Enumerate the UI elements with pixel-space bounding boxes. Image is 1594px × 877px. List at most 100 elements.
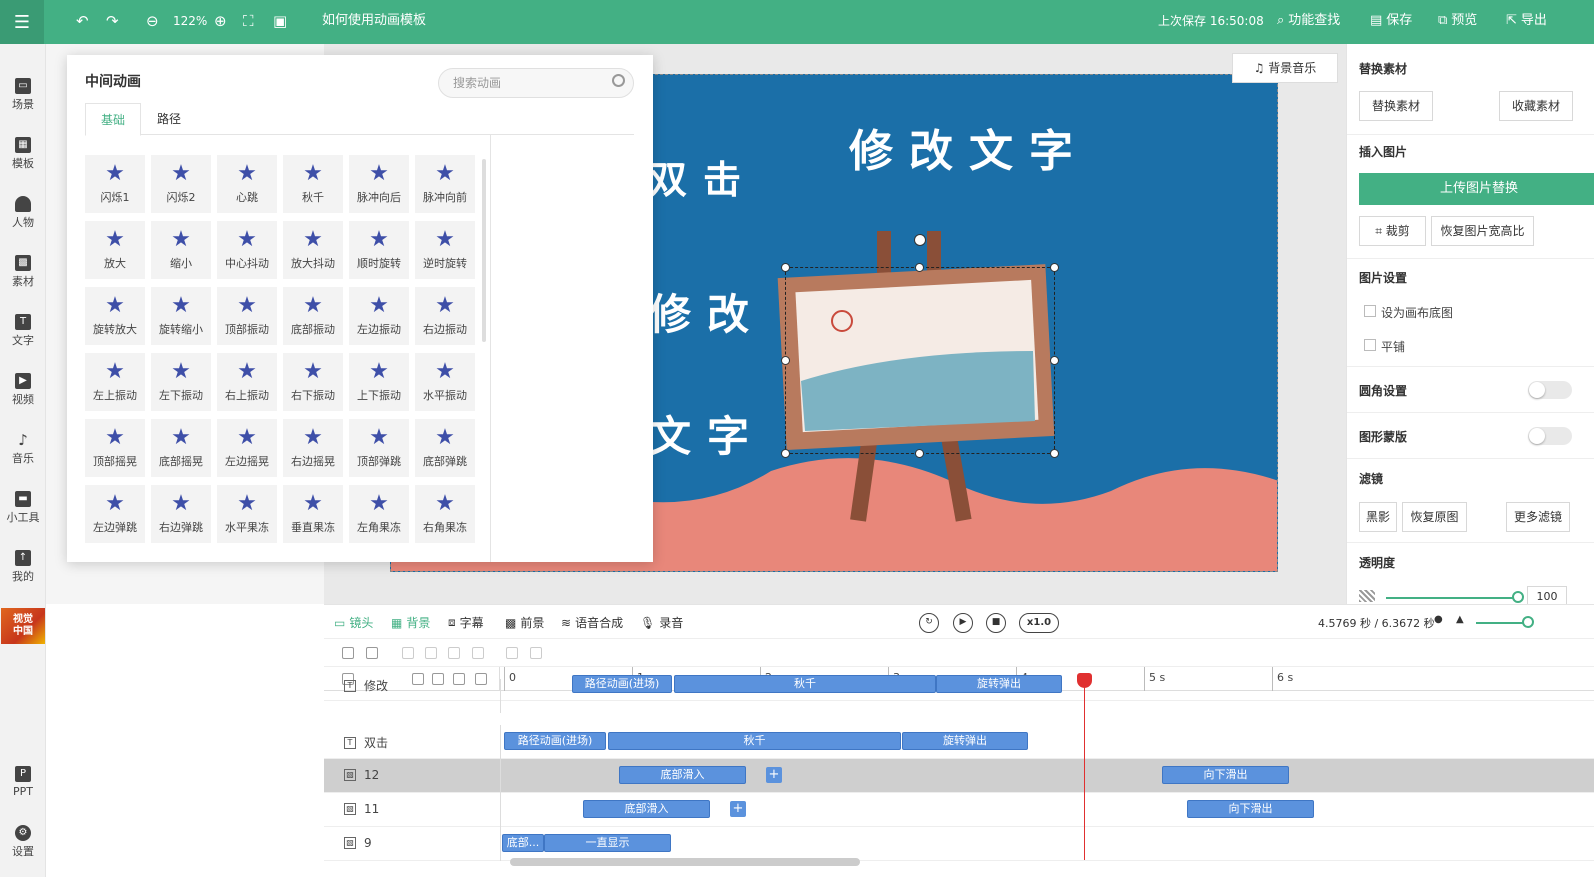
animation-clip[interactable]: 旋转弹出 (936, 675, 1062, 693)
animation-item[interactable]: ★ 底部摇晃 (151, 419, 211, 477)
selection-box[interactable] (785, 267, 1055, 454)
opacity-slider-knob[interactable] (1512, 591, 1524, 603)
find-button[interactable]: ⌕ 功能查找 (1277, 12, 1340, 30)
replay-icon[interactable]: ↻ (919, 613, 939, 633)
animation-item[interactable]: ★ 中心抖动 (217, 221, 277, 279)
background-tool[interactable]: ▦ 背景 (391, 614, 430, 631)
animation-item[interactable]: ★ 顶部摇晃 (85, 419, 145, 477)
undo-icon[interactable]: ↶ (76, 12, 89, 30)
resize-handle[interactable] (1050, 263, 1059, 272)
animation-item[interactable]: ★ 右角果冻 (415, 485, 475, 543)
resize-handle[interactable] (915, 263, 924, 272)
resize-handle[interactable] (915, 449, 924, 458)
animation-item[interactable]: ★ 右下振动 (283, 353, 343, 411)
stop-icon[interactable]: ■ (986, 613, 1006, 633)
align-center-icon[interactable] (425, 647, 437, 659)
animation-item[interactable]: ★ 右边摇晃 (283, 419, 343, 477)
track-row[interactable]: ▧ 9 底部... 一直显示 (324, 827, 1594, 861)
save-button[interactable]: ▤ 保存 (1370, 12, 1412, 30)
heading-text[interactable]: 修改文字 (849, 115, 1089, 179)
sidebar-item-video[interactable]: ▶ 视频 (0, 363, 46, 419)
left-text-1[interactable]: 双击 (649, 149, 757, 204)
animation-clip[interactable]: 路径动画(进场) (572, 675, 672, 693)
animation-item[interactable]: ★ 上下振动 (349, 353, 409, 411)
shadow-filter-button[interactable]: 黑影 (1359, 502, 1397, 532)
animation-item[interactable]: ★ 底部振动 (283, 287, 343, 345)
restore-original-button[interactable]: 恢复原图 (1402, 502, 1467, 532)
group-icon[interactable] (366, 647, 378, 659)
resize-handle[interactable] (1050, 449, 1059, 458)
resize-handle[interactable] (781, 356, 790, 365)
subtitle-tool[interactable]: ⧈ 字幕 (448, 614, 484, 631)
align-right-icon[interactable] (448, 647, 460, 659)
timeline-zoom-track[interactable] (1476, 622, 1526, 624)
more-filters-button[interactable]: 更多滤镜 (1506, 502, 1570, 532)
replace-material-button[interactable]: 替换素材 (1359, 91, 1433, 121)
animation-item[interactable]: ★ 左角果冻 (349, 485, 409, 543)
left-text-2[interactable]: 修改 (649, 281, 765, 342)
resize-handle[interactable] (781, 449, 790, 458)
animation-item[interactable]: ★ 顶部弹跳 (349, 419, 409, 477)
zoom-out-icon[interactable]: ⊖ (146, 12, 159, 30)
animation-item[interactable]: ★ 脉冲向前 (415, 155, 475, 213)
collect-material-button[interactable]: 收藏素材 (1499, 91, 1573, 121)
align-left-icon[interactable] (402, 647, 414, 659)
animation-item[interactable]: ★ 旋转缩小 (151, 287, 211, 345)
resize-handle[interactable] (1050, 356, 1059, 365)
actual-size-icon[interactable]: ▣ (273, 12, 287, 30)
animation-clip[interactable]: 底部... (502, 834, 544, 852)
upload-replace-button[interactable]: 上传图片替换 (1359, 173, 1594, 205)
crop-button[interactable]: ⌗ 裁剪 (1359, 216, 1426, 246)
timeline-scrollbar[interactable] (510, 858, 860, 866)
fullscreen-icon[interactable]: ⛶ (243, 12, 254, 30)
sidebar-item-music[interactable]: ♪ 音乐 (0, 422, 46, 478)
opacity-slider-track[interactable] (1386, 597, 1516, 599)
grid-scrollbar[interactable] (482, 159, 486, 342)
track-row[interactable]: T 双击 路径动画(进场) 秋千 旋转弹出 (324, 725, 1594, 759)
animation-clip[interactable]: 底部滑入 (619, 766, 746, 784)
sidebar-item-mine[interactable]: ↑ 我的 (0, 540, 46, 596)
animation-item[interactable]: ★ 放大抖动 (283, 221, 343, 279)
redo-icon[interactable]: ↷ (106, 12, 119, 30)
help-icon[interactable]: ● (1434, 614, 1443, 625)
animation-item[interactable]: ★ 放大 (85, 221, 145, 279)
sidebar-item-template[interactable]: ▦ 模板 (0, 127, 46, 183)
sidebar-item-settings[interactable]: ⚙ 设置 (0, 815, 46, 871)
zoom-in-icon[interactable]: ⊕ (214, 12, 227, 30)
opacity-input[interactable]: 100 (1527, 586, 1567, 604)
tile-checkbox[interactable] (1364, 339, 1376, 351)
link-icon[interactable] (506, 647, 518, 659)
animation-clip[interactable]: 底部滑入 (583, 800, 710, 818)
filter-icon[interactable] (342, 647, 354, 659)
sidebar-item-material[interactable]: ▩ 素材 (0, 245, 46, 301)
animation-clip[interactable]: 向下滑出 (1187, 800, 1314, 818)
camera-tool[interactable]: ▭ 镜头 (334, 614, 373, 631)
animation-item[interactable]: ★ 左边弹跳 (85, 485, 145, 543)
animation-item[interactable]: ★ 右边振动 (415, 287, 475, 345)
export-button[interactable]: ⇱ 导出 (1506, 12, 1547, 30)
add-clip-button[interactable]: + (766, 767, 782, 783)
animation-search-input[interactable]: 搜索动画 (438, 68, 634, 98)
animation-clip[interactable]: 秋千 (608, 732, 901, 750)
playhead-handle[interactable] (1077, 673, 1092, 688)
animation-clip[interactable]: 旋转弹出 (902, 732, 1028, 750)
animation-item[interactable]: ★ 闪烁1 (85, 155, 145, 213)
animation-item[interactable]: ★ 左下振动 (151, 353, 211, 411)
animation-item[interactable]: ★ 闪烁2 (151, 155, 211, 213)
speed-button[interactable]: x1.0 (1019, 613, 1059, 633)
distribute-icon[interactable] (472, 647, 484, 659)
restore-ratio-button[interactable]: 恢复图片宽高比 (1431, 216, 1534, 246)
animation-item[interactable]: ★ 左边振动 (349, 287, 409, 345)
sidebar-item-text[interactable]: T 文字 (0, 304, 46, 360)
timeline-zoom-knob[interactable] (1522, 616, 1534, 628)
animation-item[interactable]: ★ 旋转放大 (85, 287, 145, 345)
sidebar-item-character[interactable]: 人物 (0, 186, 46, 242)
animation-item[interactable]: ★ 脉冲向后 (349, 155, 409, 213)
add-clip-button[interactable]: + (730, 801, 746, 817)
bgm-button[interactable]: ♫ 背景音乐 (1232, 53, 1338, 83)
animation-item[interactable]: ★ 秋千 (283, 155, 343, 213)
animation-item[interactable]: ★ 右边弹跳 (151, 485, 211, 543)
corner-toggle[interactable] (1528, 381, 1572, 399)
unlink-icon[interactable] (530, 647, 542, 659)
mask-toggle[interactable] (1528, 427, 1572, 445)
